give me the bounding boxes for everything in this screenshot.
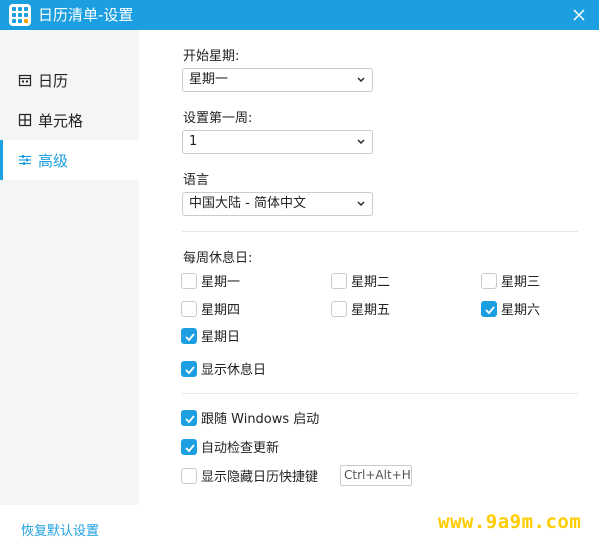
checkbox-autostart[interactable]: 跟随 Windows 启动 [181, 408, 319, 427]
week-start-value: 星期一 [189, 72, 229, 87]
sidebar-item-calendar[interactable]: 日历 [0, 60, 139, 100]
sidebar-item-cells[interactable]: 单元格 [0, 100, 139, 140]
checkbox-box[interactable] [181, 438, 197, 455]
first-week-select[interactable]: 1 [182, 130, 373, 154]
checkbox-show-rest-days[interactable]: 显示休息日 [181, 359, 266, 378]
grid-icon [18, 113, 32, 127]
checkbox-label: 跟随 Windows 启动 [201, 412, 320, 427]
checkbox-box[interactable] [181, 327, 197, 344]
checkbox-label: 自动检查更新 [201, 441, 280, 456]
checkbox-label: 星期五 [351, 303, 391, 318]
language-value: 中国大陆 - 简体中文 [189, 196, 306, 211]
checkbox-box[interactable] [331, 272, 347, 289]
checkbox-box[interactable] [181, 409, 197, 426]
checkbox-box[interactable] [181, 467, 197, 484]
checkmark-icon [185, 443, 195, 452]
checkbox-show-hide-hotkey[interactable]: 显示隐藏日历快捷键 [181, 466, 318, 485]
sidebar: 日历 单元格 高级 [0, 30, 139, 505]
chevron-down-icon [357, 77, 365, 82]
checkbox-tuesday[interactable]: 星期二 [331, 271, 390, 290]
hotkey-input[interactable]: Ctrl+Alt+H [340, 465, 412, 486]
checkbox-box[interactable] [331, 300, 347, 317]
checkbox-saturday[interactable]: 星期六 [481, 299, 540, 318]
first-week-label: 设置第一周: [183, 111, 253, 126]
window-title: 日历清单-设置 [38, 6, 134, 24]
checkmark-icon [185, 365, 195, 374]
chevron-down-icon [357, 201, 365, 206]
title-bar: 日历清单-设置 [0, 0, 599, 30]
week-start-label: 开始星期: [183, 49, 240, 64]
checkmark-icon [185, 414, 195, 423]
close-icon [573, 9, 585, 21]
checkbox-monday[interactable]: 星期一 [181, 271, 240, 290]
checkbox-label: 星期一 [201, 275, 241, 290]
first-week-value: 1 [189, 134, 198, 149]
checkbox-label: 显示隐藏日历快捷键 [201, 470, 319, 485]
divider [182, 393, 578, 394]
calendar-icon [18, 74, 32, 87]
checkbox-wednesday[interactable]: 星期三 [481, 271, 540, 290]
restore-defaults-link[interactable]: 恢复默认设置 [21, 520, 99, 539]
checkbox-box[interactable] [181, 360, 197, 377]
sidebar-item-label: 日历 [38, 71, 69, 90]
language-select[interactable]: 中国大陆 - 简体中文 [182, 192, 373, 216]
checkbox-sunday[interactable]: 星期日 [181, 326, 240, 345]
checkbox-box[interactable] [181, 272, 197, 289]
checkbox-label: 显示休息日 [201, 363, 267, 378]
checkbox-label: 星期六 [501, 303, 541, 318]
checkbox-label: 星期三 [501, 275, 541, 290]
app-logo-icon [9, 4, 31, 26]
checkbox-label: 星期日 [201, 330, 241, 345]
checkmark-icon [185, 332, 195, 341]
checkbox-label: 星期二 [351, 275, 391, 290]
checkbox-thursday[interactable]: 星期四 [181, 299, 240, 318]
close-button[interactable] [567, 3, 591, 27]
sliders-icon [19, 155, 31, 165]
divider [182, 231, 578, 232]
checkbox-box[interactable] [181, 300, 197, 317]
checkbox-label: 星期四 [201, 303, 241, 318]
weekend-label: 每周休息日: [183, 251, 253, 266]
week-start-select[interactable]: 星期一 [182, 68, 373, 92]
checkbox-friday[interactable]: 星期五 [331, 299, 390, 318]
sidebar-item-label: 高级 [38, 151, 69, 170]
sidebar-item-label: 单元格 [38, 111, 84, 130]
checkmark-icon [485, 305, 495, 314]
language-label: 语言 [183, 173, 210, 188]
checkbox-box[interactable] [481, 300, 497, 317]
watermark: www.9a9m.com [438, 511, 582, 533]
sidebar-item-advanced[interactable]: 高级 [0, 140, 139, 180]
checkbox-box[interactable] [481, 272, 497, 289]
checkbox-auto-update[interactable]: 自动检查更新 [181, 437, 279, 456]
chevron-down-icon [357, 139, 365, 144]
